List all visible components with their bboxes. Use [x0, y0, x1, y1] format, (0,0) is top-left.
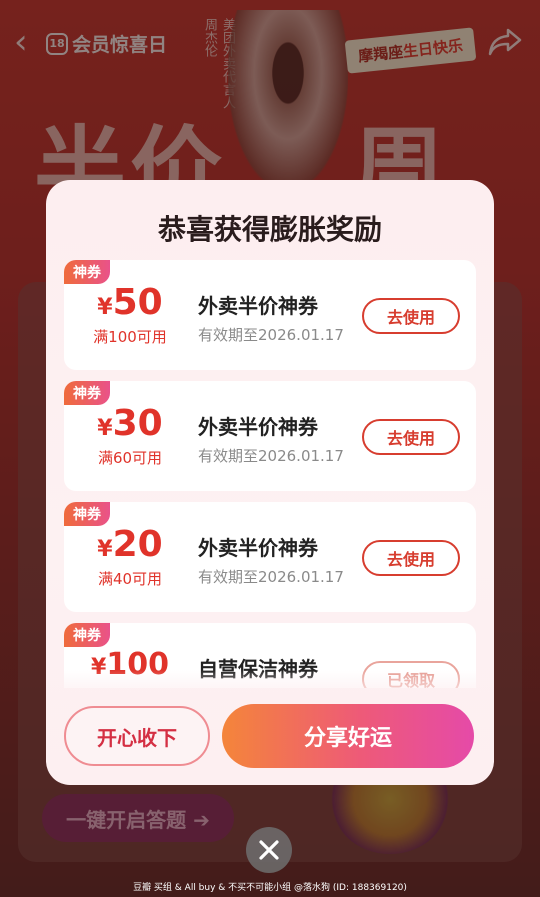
coupon-card: 神券 ¥50 满100可用 外卖半价神券 有效期至2026.01.17 去使用 [64, 260, 476, 370]
coupon-amount: ¥20 [82, 524, 178, 565]
coupon-name: 外卖半价神券 [198, 294, 318, 318]
coupon-currency: ¥ [97, 416, 113, 441]
share-luck-button[interactable]: 分享好运 [222, 704, 474, 768]
coupon-condition: 满40可用 [97, 570, 163, 588]
watermark-text: 豆瓣 买组 & All buy & 不买不可能小组 @落水狗 (ID: 1883… [133, 883, 407, 893]
coupon-value: 30 [112, 403, 163, 444]
coupon-condition: 满60可用 [97, 449, 163, 467]
list-fade [46, 670, 494, 700]
coupon-currency: ¥ [97, 537, 113, 562]
use-coupon-button[interactable]: 去使用 [362, 540, 460, 576]
coupon-tag: 神券 [64, 381, 110, 405]
coupon-card: 神券 ¥20 满40可用 外卖半价神券 有效期至2026.01.17 去使用 [64, 502, 476, 612]
coupon-tag: 神券 [64, 623, 110, 647]
coupon-value: 20 [112, 524, 163, 565]
coupon-validity: 有效期至2026.01.17 [198, 447, 344, 465]
close-icon [259, 840, 279, 860]
close-button[interactable] [246, 827, 292, 873]
coupon-tag: 神券 [64, 502, 110, 526]
coupon-card: 神券 ¥30 满60可用 外卖半价神券 有效期至2026.01.17 去使用 [64, 381, 476, 491]
coupon-tag: 神券 [64, 260, 110, 284]
use-coupon-button[interactable]: 去使用 [362, 419, 460, 455]
coupon-currency: ¥ [97, 295, 113, 320]
use-coupon-button[interactable]: 去使用 [362, 298, 460, 334]
coupon-condition: 满100可用 [93, 328, 167, 346]
coupon-amount: ¥30 [82, 403, 178, 444]
coupon-validity: 有效期至2026.01.17 [198, 568, 344, 586]
coupon-validity: 有效期至2026.01.17 [198, 326, 344, 344]
coupon-value: 50 [112, 282, 163, 323]
reward-modal: 恭喜获得膨胀奖励 神券 ¥50 满100可用 外卖半价神券 有效期至2026.0… [46, 180, 494, 785]
coupon-list[interactable]: 神券 ¥50 满100可用 外卖半价神券 有效期至2026.01.17 去使用 … [64, 260, 476, 688]
coupon-name: 外卖半价神券 [198, 415, 318, 439]
coupon-name: 外卖半价神券 [198, 536, 318, 560]
modal-title: 恭喜获得膨胀奖励 [157, 213, 382, 246]
coupon-amount: ¥50 [82, 282, 178, 323]
accept-button[interactable]: 开心收下 [64, 706, 210, 766]
